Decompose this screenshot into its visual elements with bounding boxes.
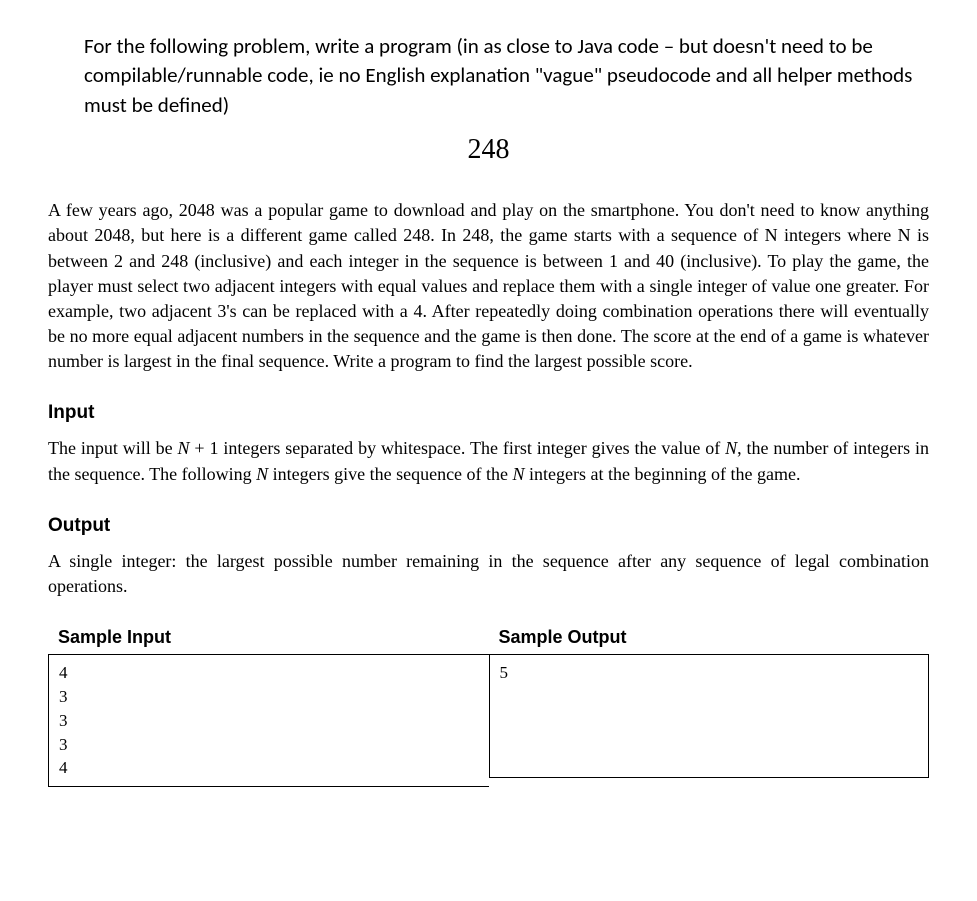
sample-output-box: 5 xyxy=(489,654,930,778)
input-description: The input will be N + 1 integers separat… xyxy=(48,436,929,486)
input-text-part: The input will be xyxy=(48,438,178,458)
sample-input-column: Sample Input 4 3 3 3 4 xyxy=(48,627,489,787)
output-description: A single integer: the largest possible n… xyxy=(48,549,929,599)
input-var-n: N xyxy=(513,464,525,484)
sample-output-column: Sample Output 5 xyxy=(489,627,930,787)
description-text: A few years ago, 2048 was a popular game… xyxy=(48,200,929,371)
sample-input-box: 4 3 3 3 4 xyxy=(48,654,489,787)
input-text-part: integers at the beginning of the game. xyxy=(525,464,801,484)
problem-instruction: For the following problem, write a progr… xyxy=(84,32,929,120)
input-text-part: integers give the sequence of the xyxy=(268,464,512,484)
input-var-n: N xyxy=(256,464,268,484)
output-heading: Output xyxy=(48,515,929,537)
input-text-part: + 1 integers separated by whitespace. Th… xyxy=(190,438,726,458)
sample-output-heading: Sample Output xyxy=(489,627,930,648)
sample-input-heading: Sample Input xyxy=(48,627,489,648)
problem-description: A few years ago, 2048 was a popular game… xyxy=(48,198,929,374)
sample-container: Sample Input 4 3 3 3 4 Sample Output 5 xyxy=(48,627,929,787)
input-heading: Input xyxy=(48,402,929,424)
problem-title: 248 xyxy=(48,134,929,166)
input-var-n: N xyxy=(725,438,737,458)
input-var-n: N xyxy=(178,438,190,458)
